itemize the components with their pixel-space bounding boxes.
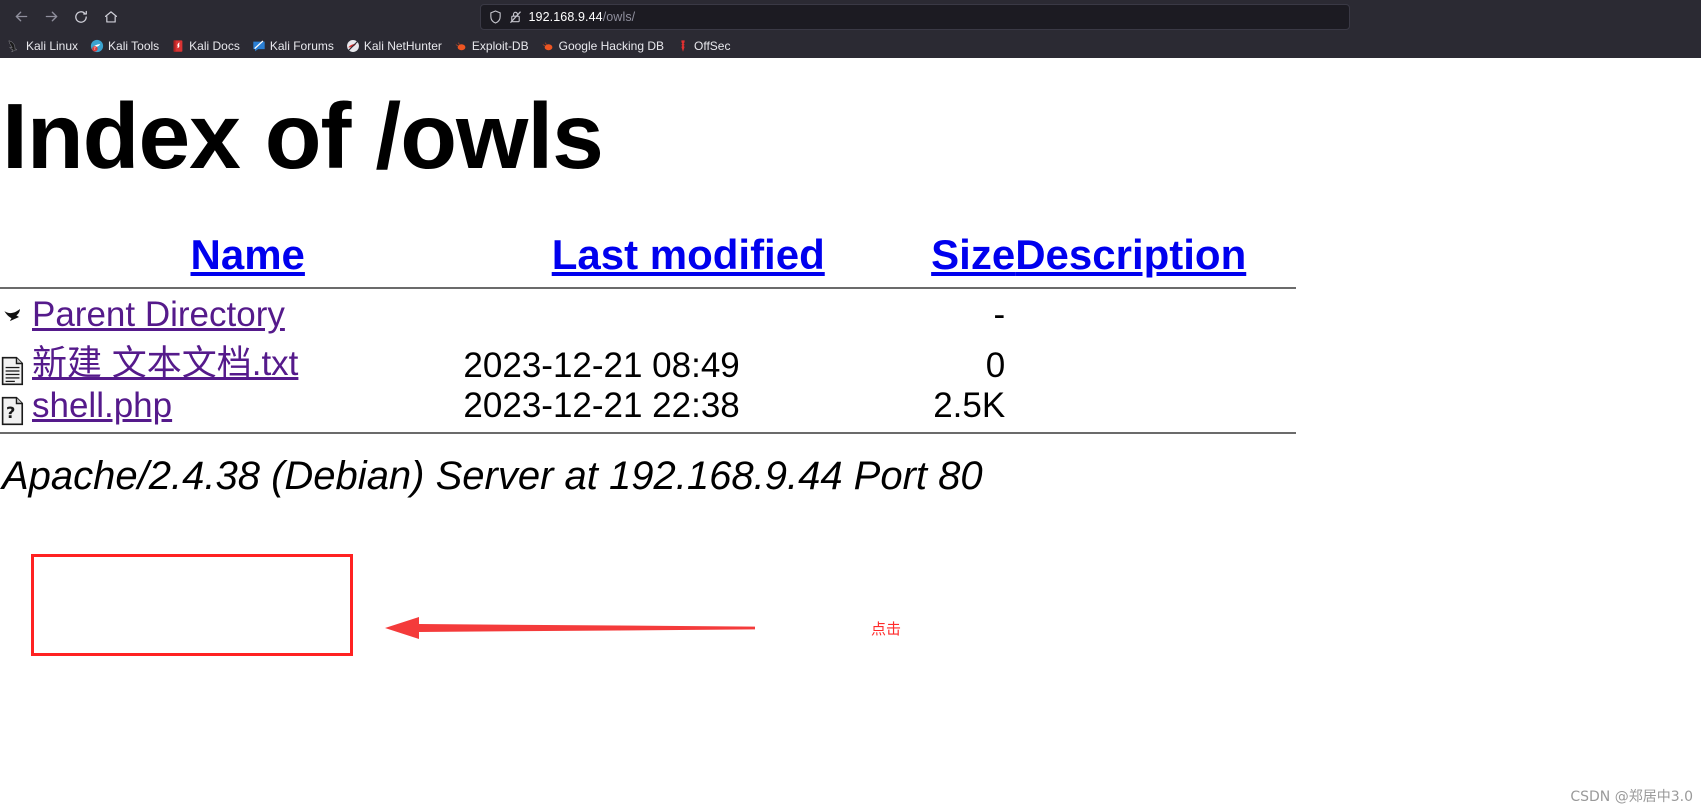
kali-forums-icon	[253, 39, 265, 51]
row-icon-cell	[0, 295, 32, 335]
bookmark-offsec[interactable]: OffSec	[670, 37, 736, 55]
text-file-icon	[1, 356, 24, 386]
header-size: Size	[913, 231, 1015, 281]
bookmark-label: Kali Linux	[26, 38, 79, 53]
bookmark-kali-tools[interactable]: T Kali Tools	[84, 37, 165, 55]
header-last-modified: Last modified	[463, 231, 913, 281]
separator-cell	[0, 426, 1296, 440]
row-size-cell: 0	[985, 346, 1006, 385]
navigation-toolbar: 192.168.9.44/owls/	[0, 0, 1701, 33]
bookmark-label: Google Hacking DB	[558, 38, 664, 53]
file-link-shell-php[interactable]: shell.php	[32, 386, 172, 425]
sort-by-date-link[interactable]: Last modified	[552, 231, 825, 278]
separator-cell	[0, 281, 1296, 295]
bookmark-kali-nethunter[interactable]: Kali NetHunter	[340, 37, 448, 55]
bookmark-exploit-db[interactable]: Exploit-DB	[448, 37, 535, 55]
table-row[interactable]: 新建 文本文档.txt 2023-12-21 08:49 0	[0, 335, 1296, 386]
kali-nethunter-icon	[346, 39, 359, 52]
table-row[interactable]: Parent Directory -	[0, 295, 1296, 335]
row-description-cell	[1015, 386, 1296, 426]
arrow-annotation	[385, 617, 755, 639]
row-description-cell	[1015, 295, 1296, 335]
bookmark-label: Kali Forums	[269, 38, 334, 53]
unknown-file-icon: ?	[1, 396, 24, 426]
address-bar[interactable]: 192.168.9.44/owls/	[479, 3, 1350, 30]
bookmark-kali-docs[interactable]: Kali Docs	[165, 37, 246, 55]
kali-docs-icon	[173, 39, 183, 52]
sort-by-size-link[interactable]: Size	[931, 231, 1015, 278]
parent-directory-icon	[4, 309, 20, 322]
browser-chrome: 192.168.9.44/owls/ Kali Linux T Kali Too…	[0, 0, 1701, 58]
bookmark-kali-linux[interactable]: Kali Linux	[2, 37, 84, 55]
sort-by-description-link[interactable]: Description	[1015, 231, 1246, 278]
bookmark-label: Kali NetHunter	[363, 38, 442, 53]
forward-button[interactable]	[36, 3, 66, 31]
google-hacking-db-icon	[542, 41, 552, 50]
horizontal-rule	[0, 287, 1296, 289]
svg-text:?: ?	[6, 403, 15, 422]
row-name-cell[interactable]: 新建 文本文档.txt	[32, 335, 463, 386]
row-modified-cell	[463, 295, 913, 335]
page-title: Index of /owls	[2, 84, 604, 188]
server-signature: Apache/2.4.38 (Debian) Server at 192.168…	[2, 454, 983, 498]
row-size-cell: -	[993, 295, 1006, 334]
row-icon-cell	[0, 335, 32, 386]
row-size-cell: 2.5K	[933, 386, 1006, 425]
row-modified-cell: 2023-12-21 08:49	[463, 346, 740, 385]
row-name-cell[interactable]: Parent Directory	[32, 295, 463, 335]
directory-listing: Name Last modified Size Description Pare…	[0, 231, 1701, 499]
row-description-cell	[1015, 335, 1296, 386]
header-icon-cell	[0, 231, 32, 281]
offsec-icon	[681, 39, 685, 52]
row-icon-cell: ?	[0, 386, 32, 426]
kali-dragon-icon	[8, 40, 18, 52]
reload-button[interactable]	[66, 3, 96, 31]
home-button[interactable]	[96, 3, 126, 31]
row-modified-cell: 2023-12-21 22:38	[463, 386, 740, 425]
exploit-db-icon	[455, 41, 466, 50]
directory-index-table: Name Last modified Size Description Pare…	[0, 231, 1296, 440]
shield-icon[interactable]	[489, 9, 502, 24]
horizontal-rule	[0, 432, 1296, 434]
bookmark-label: Exploit-DB	[471, 38, 529, 53]
table-row[interactable]: ? shell.php 2023-12-21 22:38 2.5K	[0, 386, 1296, 426]
bookmark-label: Kali Docs	[189, 38, 240, 53]
lock-slash-icon[interactable]	[509, 10, 522, 24]
url-host: 192.168.9.44	[528, 9, 603, 24]
header-description: Description	[1015, 231, 1296, 281]
url-text: 192.168.9.44/owls/	[529, 10, 636, 24]
footer-separator-row	[0, 426, 1296, 440]
table-header-row: Name Last modified Size Description	[0, 231, 1296, 281]
row-name-cell[interactable]: shell.php	[32, 386, 463, 426]
bookmark-kali-forums[interactable]: Kali Forums	[246, 37, 340, 55]
page-content: Index of /owls Name Last modified Size D…	[0, 58, 1701, 810]
kali-tools-icon: T	[90, 39, 104, 52]
file-link-text-document[interactable]: 新建 文本文档.txt	[32, 344, 298, 383]
header-name: Name	[32, 231, 463, 281]
header-separator-row	[0, 281, 1296, 295]
parent-directory-link[interactable]: Parent Directory	[32, 295, 285, 334]
bookmark-label: OffSec	[694, 38, 731, 53]
bookmark-google-hacking-db[interactable]: Google Hacking DB	[535, 37, 670, 55]
sort-by-name-link[interactable]: Name	[191, 231, 305, 278]
watermark: CSDN @郑居中3.0	[1570, 789, 1693, 805]
highlight-box-annotation	[31, 554, 353, 656]
urlbar-container: 192.168.9.44/owls/	[126, 3, 1695, 30]
url-path: /owls/	[602, 9, 636, 24]
bookmarks-bar: Kali Linux T Kali Tools Kali Docs Kali F…	[0, 33, 1701, 58]
click-annotation-label: 点击	[871, 620, 902, 638]
back-button[interactable]	[6, 3, 36, 31]
bookmark-label: Kali Tools	[108, 38, 160, 53]
